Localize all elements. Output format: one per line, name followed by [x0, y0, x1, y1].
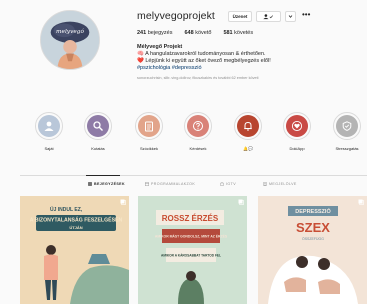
suggested-dropdown-button[interactable]	[285, 11, 296, 22]
highlight-szocikkek[interactable]: Szócikkek	[133, 112, 165, 151]
highlight-label: Saját	[44, 146, 54, 151]
multi-image-icon	[120, 199, 126, 205]
post-3-small: ÖSSZEFÜGG	[302, 237, 324, 241]
question-icon	[193, 121, 203, 131]
story-highlights: Saját Kutatás Szócikkek Kérdések 🔔💬 Doki…	[33, 112, 367, 158]
highlight-label: Stresszgatás	[335, 146, 359, 151]
chevron-down-icon	[288, 15, 293, 18]
avatar-logo-text: melyvegó	[56, 28, 84, 35]
tag-icon	[263, 182, 267, 186]
highlight-cover	[187, 115, 209, 137]
post-2-text-2: AMIKOR A KÁROSABBAT TARTOD FEL	[161, 253, 221, 258]
bio-line-2: ❤️ Lépjünk ki együtt az őket övező megbé…	[137, 58, 271, 64]
highlight-cover	[138, 115, 160, 137]
grid-icon	[88, 182, 92, 186]
post-1-top-text: ÚJ INDUL EZ,	[50, 206, 83, 213]
highlight-label: Szócikkek	[139, 146, 158, 151]
highlight-cover	[286, 115, 308, 137]
user-icon	[44, 121, 54, 131]
highlight-dokiapp[interactable]: DokiApp	[281, 112, 313, 151]
tab-igtv[interactable]: IGTV	[220, 182, 236, 186]
username: melyvegoprojekt	[137, 10, 215, 22]
post-image: ÚJ INDUL EZ, A BIZONYTALANSÁG FESZELGÉSE…	[20, 196, 129, 304]
highlight-label: DokiApp	[289, 146, 305, 151]
bell-icon	[244, 121, 252, 131]
post-3-title-1: DEPRESSZIÓ	[295, 207, 331, 215]
tab-posts[interactable]: BEJEGYZÉSEK	[88, 182, 125, 186]
message-button[interactable]: Üzenet	[228, 11, 252, 22]
highlight-cover	[38, 115, 60, 137]
multi-image-icon	[358, 199, 364, 205]
options-icon[interactable]: •••	[302, 10, 310, 20]
post-image: ROSSZ ÉRZÉS AMIKOR MÁST GONDOLSZ, MINT A…	[138, 196, 247, 304]
highlight-label: 🔔💬	[243, 146, 253, 151]
profile-avatar[interactable]: melyvegó	[40, 10, 100, 70]
tab-programs[interactable]: PROGRAMMALAKZOK	[145, 182, 195, 186]
calendar-icon	[145, 182, 149, 186]
post-1-small: ÚTJÁN	[69, 225, 82, 230]
shield-icon	[342, 121, 352, 131]
profile-stats: 241 bejegyzés 648 követő 581 követés	[137, 30, 253, 36]
profile-bio: Mélyvegő Projekt 🧠 A hangulatzavarokról …	[137, 44, 337, 82]
post-2-title: ROSSZ ÉRZÉS	[162, 214, 219, 223]
search-icon	[93, 121, 103, 131]
multi-image-icon	[238, 199, 244, 205]
highlight-kutatas[interactable]: Kutatás	[82, 112, 114, 151]
posts-stat[interactable]: 241 bejegyzés	[137, 30, 173, 36]
post-1-banner: A BIZONYTALANSÁG FESZELGÉSEN	[30, 216, 123, 224]
post-image: DEPRESSZIÓ SZEX ÖSSZEFÜGG	[258, 196, 367, 304]
clipboard-icon	[145, 121, 153, 132]
user-check-icon	[263, 14, 273, 20]
bio-hashtags[interactable]: #pszichológia #depresszió	[137, 65, 337, 72]
highlight-label: Kutatás	[91, 146, 105, 151]
highlight-cover	[237, 115, 259, 137]
highlight-kerdesek[interactable]: Kérdések	[182, 112, 214, 151]
tabs-divider	[20, 175, 367, 176]
avatar-illustration: melyvegó	[41, 11, 99, 69]
highlight-stresszgatas[interactable]: Stresszgatás	[331, 112, 363, 151]
profile-name: Mélyvegő Projekt	[137, 44, 183, 50]
highlight-sajat[interactable]: Saját	[33, 112, 65, 151]
post-tile-2[interactable]: ROSSZ ÉRZÉS AMIKOR MÁST GONDOLSZ, MINT A…	[138, 196, 247, 304]
tab-tagged[interactable]: MEGJELÖLVE	[263, 182, 297, 186]
highlight-label: Kérdések	[189, 146, 207, 151]
followers-stat[interactable]: 648 követő	[185, 30, 212, 36]
post-tile-3[interactable]: DEPRESSZIÓ SZEX ÖSSZEFÜGG	[258, 196, 367, 304]
active-tab-indicator	[86, 175, 120, 176]
highlight-cover	[336, 115, 358, 137]
post-3-title-2: SZEX	[296, 220, 330, 235]
following-button[interactable]	[256, 11, 281, 22]
followed-by-text[interactable]: sonorzuchrisin, sllb:.ving.dollrov, fiku…	[137, 75, 337, 82]
highlight-cover	[87, 115, 109, 137]
bio-line-1: 🧠 A hangulatzavarokról tudományosan & ér…	[137, 51, 266, 57]
highlight-notifications[interactable]: 🔔💬	[232, 112, 264, 151]
following-stat[interactable]: 581 követés	[223, 30, 253, 36]
post-2-text-1: AMIKOR MÁST GONDOLSZ, MINT AZ ÉRZÉS	[155, 234, 228, 239]
heart-icon	[291, 120, 303, 132]
tv-icon	[220, 182, 224, 186]
post-tile-1[interactable]: ÚJ INDUL EZ, A BIZONYTALANSÁG FESZELGÉSE…	[20, 196, 129, 304]
